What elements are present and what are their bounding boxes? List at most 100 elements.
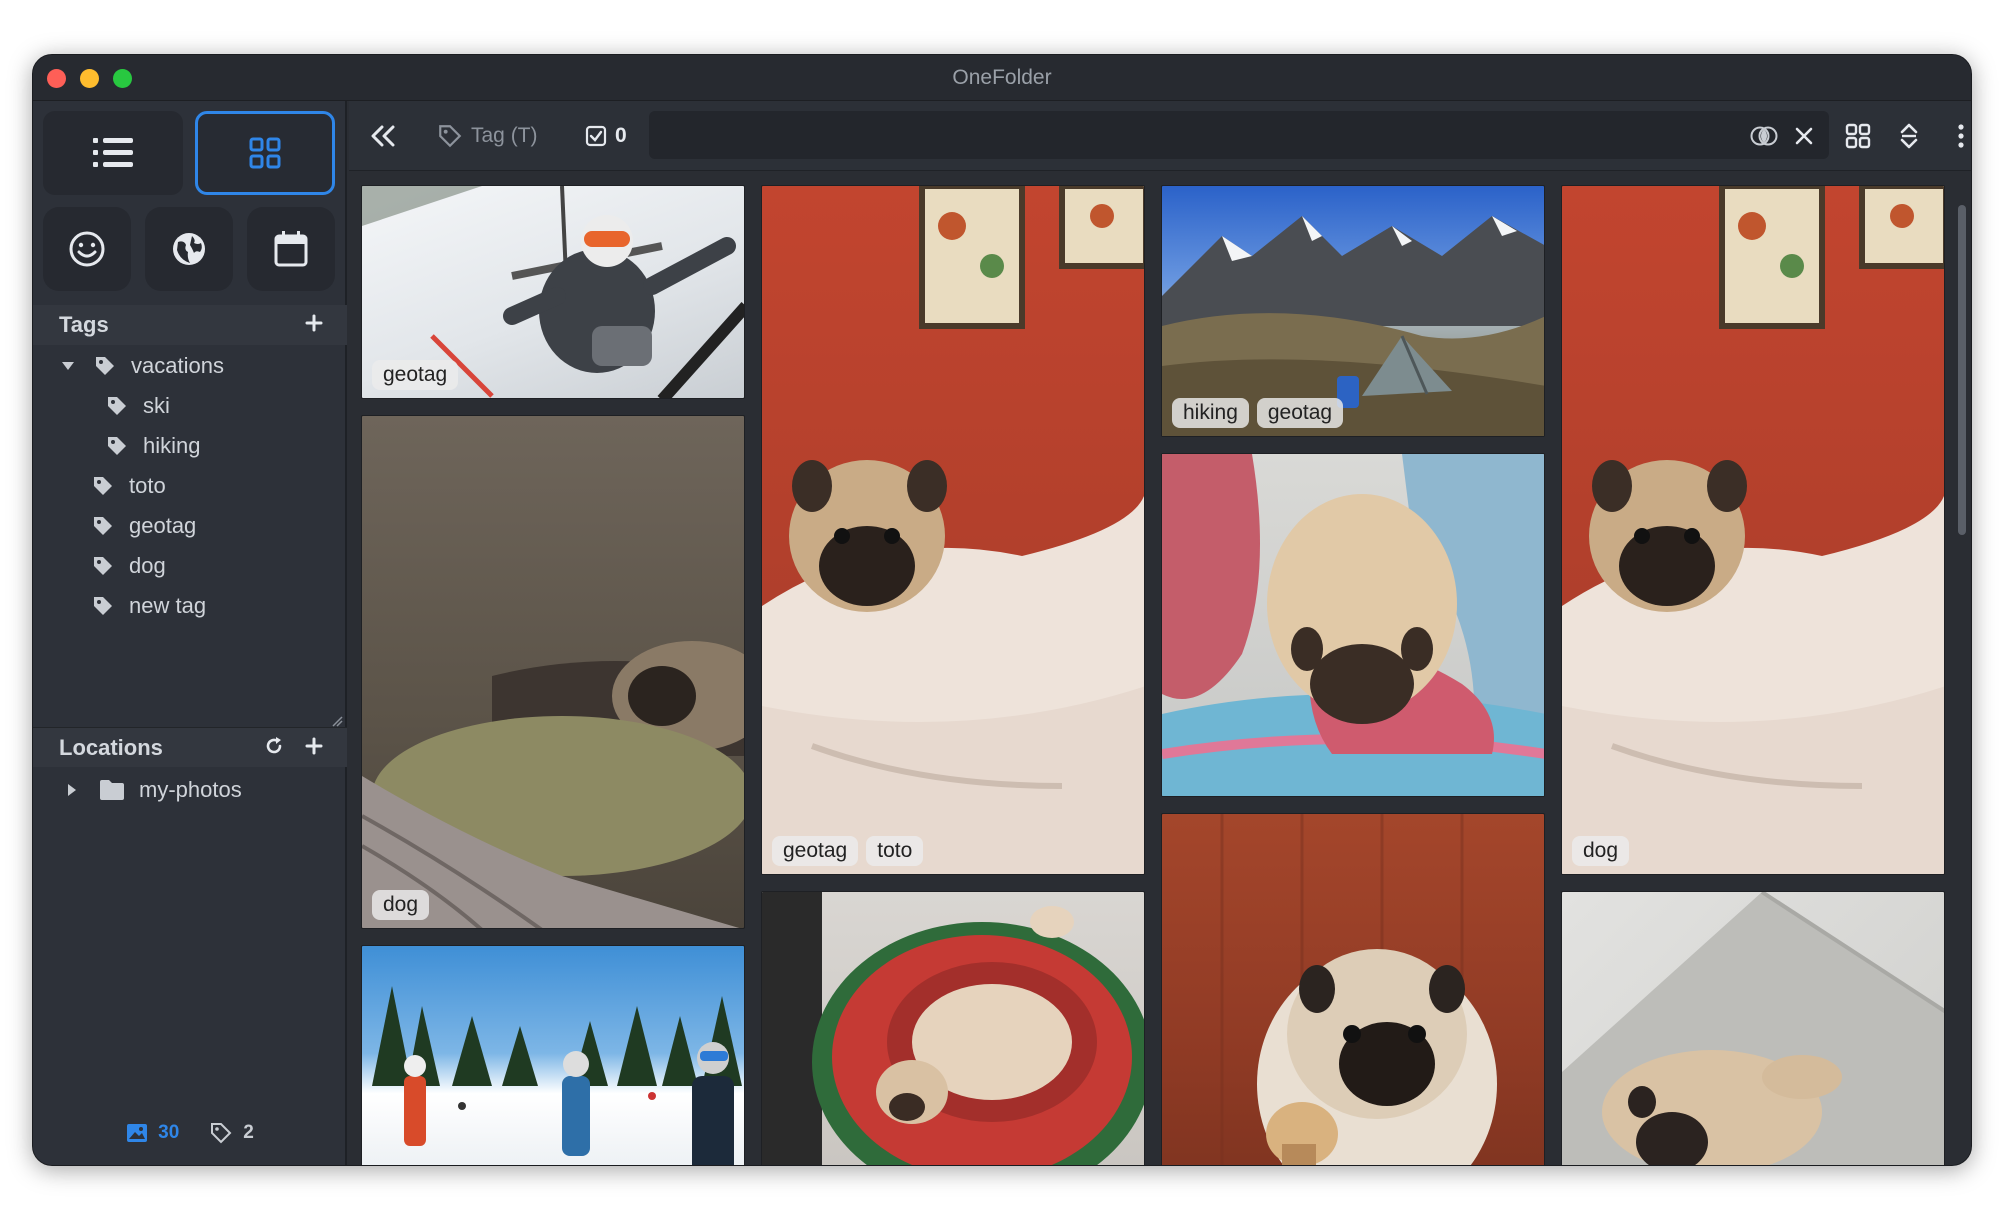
select-all-button[interactable]: 0 xyxy=(585,101,627,171)
tag-label: geotag xyxy=(129,513,197,538)
tag-pill: geotag xyxy=(1256,398,1344,428)
layout-options-button[interactable] xyxy=(1845,101,1871,171)
calendar-icon xyxy=(274,231,308,267)
tag-item-dog[interactable]: dog xyxy=(33,547,347,585)
tag-item-geotag[interactable]: geotag xyxy=(33,507,347,545)
more-vertical-icon xyxy=(1958,124,1964,148)
caret-down-icon[interactable] xyxy=(61,359,75,373)
tag-outline-icon xyxy=(439,125,462,148)
window-title: OneFolder xyxy=(952,65,1052,89)
tag-item-vacations[interactable]: vacations xyxy=(33,347,347,385)
search-date-button[interactable] xyxy=(247,207,335,291)
double-chevron-left-icon xyxy=(371,125,395,147)
more-options-button[interactable] xyxy=(1957,101,1965,171)
tag-label: ski xyxy=(143,393,170,418)
list-view-icon xyxy=(93,138,133,167)
toolbar: Tag (T) 0 xyxy=(349,101,1971,171)
minimize-window-button[interactable] xyxy=(80,69,99,88)
tag-count-value: 2 xyxy=(243,1122,254,1143)
skiers-illustration xyxy=(372,986,742,1165)
zoom-window-button[interactable] xyxy=(113,69,132,88)
list-view-button[interactable] xyxy=(43,111,183,195)
locations-header-label: Locations xyxy=(59,734,163,760)
thumbnail-tags: geotag xyxy=(372,360,459,390)
pug-on-bed-illustration xyxy=(1562,186,1944,874)
collapse-sidebar-button[interactable] xyxy=(369,101,397,171)
tag-label: hiking xyxy=(143,433,201,458)
tag-icon xyxy=(94,597,112,615)
smiley-icon xyxy=(69,231,105,267)
app-window: OneFolder Tags vacations ski hiking toto… xyxy=(32,54,1972,1166)
tag-item-toto[interactable]: toto xyxy=(33,467,347,505)
tag-icon xyxy=(96,357,114,375)
gallery-scrollbar-thumb[interactable] xyxy=(1958,205,1966,535)
gallery-item-pug-bed-wall[interactable]: geotag toto xyxy=(761,185,1145,875)
gallery-item-mountain-tent[interactable]: hiking geotag xyxy=(1161,185,1545,437)
tag-item-hiking[interactable]: hiking xyxy=(33,427,347,465)
tag-outline-icon xyxy=(211,1123,232,1144)
gallery-item-pug-bed-wall-2[interactable]: dog xyxy=(1561,185,1945,875)
tag-pill: geotag xyxy=(372,360,459,390)
globe-icon xyxy=(173,233,205,265)
gallery-item-ski-chairlift[interactable]: geotag xyxy=(361,185,745,399)
tag-pill: dog xyxy=(1572,836,1630,866)
search-input[interactable] xyxy=(649,111,1829,159)
tags-header-label: Tags xyxy=(59,312,109,337)
close-window-button[interactable] xyxy=(47,69,66,88)
tag-icon xyxy=(94,557,112,575)
tag-item-ski[interactable]: ski xyxy=(33,387,347,425)
tag-pill: dog xyxy=(372,890,430,920)
tag-icon xyxy=(108,437,126,455)
add-location-icon[interactable] xyxy=(303,735,325,757)
tag-count[interactable]: 2 xyxy=(209,1121,254,1145)
grid-view-icon xyxy=(249,137,281,169)
pug-on-floor-illustration xyxy=(1562,892,1944,1165)
resize-handle-icon[interactable] xyxy=(331,715,343,727)
sort-icon xyxy=(1900,123,1918,149)
tag-label: new tag xyxy=(129,593,207,618)
add-tag-icon[interactable] xyxy=(303,312,325,334)
title-bar: OneFolder xyxy=(33,55,1971,101)
refresh-icon[interactable] xyxy=(263,735,285,757)
search-match-toggle[interactable] xyxy=(1749,101,1779,171)
folder-icon xyxy=(100,780,124,800)
tag-label: dog xyxy=(129,553,166,578)
tag-icon xyxy=(94,477,112,495)
status-bar: 30 2 xyxy=(33,1121,347,1145)
tag-selection-button[interactable]: Tag (T) xyxy=(437,101,538,171)
grid-view-button[interactable] xyxy=(195,111,335,195)
location-item-my-photos[interactable]: my-photos xyxy=(33,771,347,809)
sort-options-button[interactable] xyxy=(1899,101,1919,171)
tag-label: toto xyxy=(129,473,166,498)
pug-on-bed-illustration xyxy=(762,186,1144,874)
gallery-item-pug-wood-wall[interactable] xyxy=(1161,813,1545,1165)
venn-icon xyxy=(1750,126,1778,146)
thumbnail-tags: hiking geotag xyxy=(1172,398,1344,428)
tags-section-header[interactable]: Tags xyxy=(33,305,347,345)
locations-section-header[interactable]: Locations xyxy=(33,727,347,767)
pug-held-illustration xyxy=(1220,814,1497,1165)
pug-in-dog-bed-illustration xyxy=(762,892,1144,1165)
tag-pill: geotag xyxy=(772,836,859,866)
sidebar: Tags vacations ski hiking toto geotag do… xyxy=(33,101,347,1165)
grid-layout-icon xyxy=(1845,123,1871,149)
window-controls xyxy=(47,69,132,88)
tag-button-label: Tag (T) xyxy=(471,124,538,147)
image-count-value: 30 xyxy=(158,1122,180,1143)
close-icon xyxy=(1795,127,1813,145)
tag-pill: toto xyxy=(866,836,924,866)
search-emoji-button[interactable] xyxy=(43,207,131,291)
gallery-item-pug-floor[interactable] xyxy=(1561,891,1945,1165)
gallery-item-skiers-group[interactable] xyxy=(361,945,745,1165)
location-label: my-photos xyxy=(139,777,242,802)
gallery-item-pug-pink-blanket[interactable] xyxy=(1161,453,1545,797)
search-location-button[interactable] xyxy=(145,207,233,291)
caret-right-icon[interactable] xyxy=(65,783,79,797)
pug-on-pillow-illustration xyxy=(362,641,744,928)
gallery-item-pug-watermelon-bed[interactable] xyxy=(761,891,1145,1165)
tag-item-new-tag[interactable]: new tag xyxy=(33,587,347,625)
checkbox-icon xyxy=(585,125,607,147)
clear-search-button[interactable] xyxy=(1795,101,1813,171)
gallery-item-pug-dark-pillow[interactable]: dog xyxy=(361,415,745,929)
image-count[interactable]: 30 xyxy=(126,1121,179,1145)
